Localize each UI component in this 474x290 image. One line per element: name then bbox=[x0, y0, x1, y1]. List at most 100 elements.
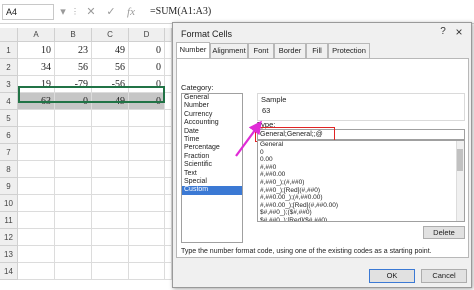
cell[interactable] bbox=[165, 110, 172, 127]
tab-border[interactable]: Border bbox=[274, 43, 306, 58]
format-list-scrollbar[interactable] bbox=[456, 141, 464, 221]
cell[interactable] bbox=[129, 246, 165, 263]
cell[interactable] bbox=[92, 263, 129, 280]
cell[interactable] bbox=[129, 178, 165, 195]
cell[interactable]: 23 bbox=[55, 42, 92, 59]
name-box[interactable]: A4 bbox=[2, 4, 54, 20]
row-header-3[interactable]: 3 bbox=[0, 76, 18, 93]
cell[interactable] bbox=[92, 195, 129, 212]
tab-number[interactable]: Number bbox=[176, 42, 210, 59]
column-header-d[interactable]: D bbox=[129, 28, 165, 42]
row-header-11[interactable]: 11 bbox=[0, 212, 18, 229]
cell[interactable] bbox=[18, 229, 55, 246]
cell[interactable] bbox=[55, 263, 92, 280]
row-header-8[interactable]: 8 bbox=[0, 161, 18, 178]
row-header-9[interactable]: 9 bbox=[0, 178, 18, 195]
format-code-item[interactable]: General bbox=[258, 141, 464, 149]
format-code-item[interactable]: #,##0.00_);(#,##0.00) bbox=[258, 194, 464, 202]
format-code-item[interactable]: $#,##0_);[Red]($#,##0) bbox=[258, 217, 464, 221]
cell[interactable] bbox=[55, 110, 92, 127]
scrollbar-thumb[interactable] bbox=[457, 149, 463, 171]
cell[interactable] bbox=[165, 195, 172, 212]
ok-button[interactable]: OK bbox=[369, 269, 415, 283]
cell[interactable] bbox=[165, 42, 172, 59]
cell[interactable] bbox=[92, 212, 129, 229]
cell[interactable] bbox=[165, 127, 172, 144]
cell[interactable] bbox=[18, 212, 55, 229]
cell[interactable] bbox=[92, 144, 129, 161]
cell[interactable] bbox=[165, 76, 172, 93]
cell[interactable] bbox=[129, 212, 165, 229]
cell[interactable] bbox=[18, 178, 55, 195]
column-header-b[interactable]: B bbox=[55, 28, 92, 42]
format-code-list[interactable]: General 0 0.00 #,##0 #,##0.00 #,##0_);(#,##0)… bbox=[257, 140, 465, 222]
tab-alignment[interactable]: Alignment bbox=[210, 43, 248, 58]
cell[interactable] bbox=[55, 246, 92, 263]
cell[interactable] bbox=[18, 144, 55, 161]
row-header-10[interactable]: 10 bbox=[0, 195, 18, 212]
cell[interactable] bbox=[129, 195, 165, 212]
row-header-7[interactable]: 7 bbox=[0, 144, 18, 161]
cell[interactable] bbox=[55, 229, 92, 246]
category-item-accounting[interactable]: Accounting bbox=[182, 119, 242, 127]
cell[interactable] bbox=[129, 127, 165, 144]
column-header-e[interactable] bbox=[165, 28, 172, 42]
cell[interactable] bbox=[129, 229, 165, 246]
cell[interactable] bbox=[165, 93, 172, 110]
cell[interactable] bbox=[165, 178, 172, 195]
category-item-custom[interactable]: Custom bbox=[182, 186, 242, 195]
cell[interactable] bbox=[92, 127, 129, 144]
cell[interactable] bbox=[18, 110, 55, 127]
close-icon[interactable]: × bbox=[453, 26, 465, 38]
format-code-item[interactable]: #,##0.00 bbox=[258, 171, 464, 179]
row-header-5[interactable]: 5 bbox=[0, 110, 18, 127]
row-header-4[interactable]: 4 bbox=[0, 93, 18, 110]
cell[interactable] bbox=[18, 246, 55, 263]
cell[interactable] bbox=[92, 178, 129, 195]
cell[interactable] bbox=[129, 263, 165, 280]
cell[interactable] bbox=[55, 127, 92, 144]
select-all-corner[interactable] bbox=[0, 28, 18, 42]
cell[interactable] bbox=[165, 263, 172, 280]
cell[interactable]: 56 bbox=[55, 59, 92, 76]
formula-input[interactable]: =SUM(A1:A3) bbox=[146, 4, 472, 20]
row-header-13[interactable]: 13 bbox=[0, 246, 18, 263]
cell[interactable]: 49 bbox=[92, 42, 129, 59]
cell[interactable] bbox=[92, 161, 129, 178]
column-header-c[interactable]: C bbox=[92, 28, 129, 42]
category-item-date[interactable]: Date bbox=[182, 128, 242, 136]
cell[interactable] bbox=[165, 161, 172, 178]
cell[interactable] bbox=[18, 127, 55, 144]
row-header-1[interactable]: 1 bbox=[0, 42, 18, 59]
cell[interactable]: 0 bbox=[129, 59, 165, 76]
row-header-14[interactable]: 14 bbox=[0, 263, 18, 280]
format-code-item[interactable]: #,##0.00_);[Red](#,##0.00) bbox=[258, 202, 464, 210]
category-item-special[interactable]: Special bbox=[182, 178, 242, 186]
category-list[interactable]: General Number Currency Accounting Date Time P… bbox=[181, 93, 243, 243]
cell[interactable] bbox=[129, 161, 165, 178]
cell[interactable] bbox=[55, 195, 92, 212]
tab-font[interactable]: Font bbox=[248, 43, 274, 58]
row-header-12[interactable]: 12 bbox=[0, 229, 18, 246]
category-item-text[interactable]: Text bbox=[182, 170, 242, 178]
category-item-currency[interactable]: Currency bbox=[182, 111, 242, 119]
format-code-item[interactable]: #,##0 bbox=[258, 164, 464, 172]
column-header-a[interactable]: A bbox=[18, 28, 55, 42]
cell[interactable] bbox=[18, 263, 55, 280]
cell[interactable]: 34 bbox=[18, 59, 55, 76]
cancel-icon[interactable]: ✕ bbox=[84, 4, 98, 20]
format-code-item[interactable]: #,##0_);[Red](#,##0) bbox=[258, 187, 464, 195]
cell[interactable] bbox=[165, 144, 172, 161]
format-code-item[interactable]: 0.00 bbox=[258, 156, 464, 164]
cell[interactable] bbox=[55, 178, 92, 195]
format-code-item[interactable]: 0 bbox=[258, 149, 464, 157]
cell[interactable] bbox=[55, 212, 92, 229]
cell[interactable] bbox=[165, 246, 172, 263]
format-code-item[interactable]: #,##0_);(#,##0) bbox=[258, 179, 464, 187]
tab-protection[interactable]: Protection bbox=[328, 43, 370, 58]
function-icon[interactable]: fx bbox=[124, 4, 138, 20]
cell[interactable] bbox=[129, 144, 165, 161]
cell[interactable] bbox=[18, 161, 55, 178]
cancel-button[interactable]: Cancel bbox=[421, 269, 467, 283]
cell[interactable] bbox=[92, 110, 129, 127]
